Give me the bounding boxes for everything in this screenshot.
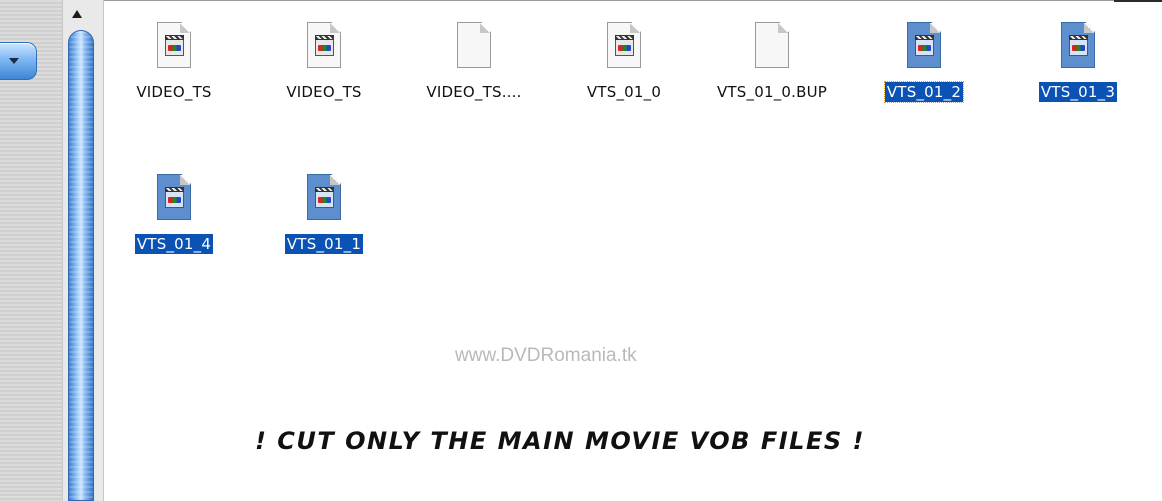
video-file-icon [157,22,191,68]
file-name: VTS_01_4 [134,234,214,254]
file-item-selected[interactable]: VTS_01_1 [254,152,394,262]
scroll-up-arrow-icon[interactable] [72,10,82,18]
file-item-selected[interactable]: VTS_01_3 [1008,0,1148,110]
file-name: VIDEO_TS [286,83,362,101]
file-item[interactable]: VTS_01_0.BUP [702,0,842,110]
video-file-icon [607,22,641,68]
file-name: VTS_01_3 [1038,82,1118,102]
watermark-text: www.DVDRomania.tk [455,345,637,366]
file-name: VTS_01_0.BUP [716,83,828,101]
blank-file-icon [755,22,789,68]
left-pane [0,0,63,501]
file-name: VTS_01_2 [883,81,965,103]
file-item[interactable]: VIDEO_TS [104,0,244,110]
vertical-scrollbar[interactable] [62,0,104,501]
instruction-caption: ! CUT ONLY THE MAIN MOVIE VOB FILES ! [255,427,865,455]
blank-file-icon [457,22,491,68]
video-file-icon [307,174,341,220]
video-file-icon [907,22,941,68]
file-item-selected[interactable]: VTS_01_2 [854,0,994,110]
collapse-button[interactable] [0,42,37,80]
chevron-down-icon [9,58,19,64]
file-name: VTS_01_0 [586,83,662,101]
video-file-icon [307,22,341,68]
file-view: VIDEO_TS VIDEO_TS VIDEO_TS.... VTS_01_0 … [104,0,1162,300]
file-name: VTS_01_1 [284,234,364,254]
file-item[interactable]: VIDEO_TS [254,0,394,110]
file-name: VIDEO_TS.... [426,83,522,101]
file-item[interactable]: VTS_01_0 [554,0,694,110]
video-file-icon [1061,22,1095,68]
file-item[interactable]: VIDEO_TS.... [404,0,544,110]
video-file-icon [157,174,191,220]
file-name: VIDEO_TS [136,83,212,101]
scrollbar-thumb[interactable] [68,30,94,501]
file-item-selected[interactable]: VTS_01_4 [104,152,244,262]
